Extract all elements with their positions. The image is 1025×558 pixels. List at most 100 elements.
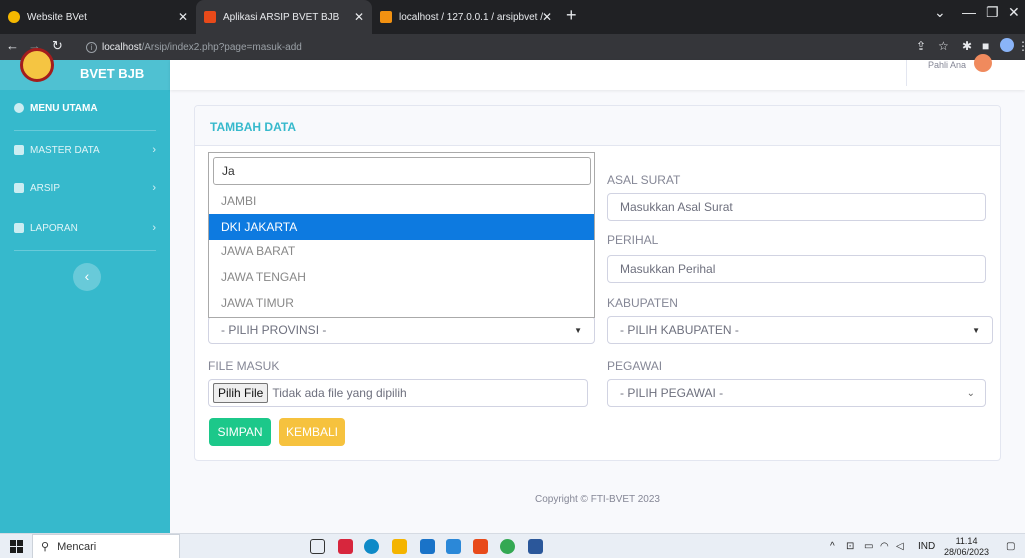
avatar[interactable] xyxy=(974,54,992,72)
close-tab-icon[interactable]: ✕ xyxy=(354,10,364,24)
battery-icon[interactable]: ▭ xyxy=(864,541,873,552)
network-icon[interactable]: ⊡ xyxy=(846,541,854,552)
close-window-icon[interactable]: ✕ xyxy=(1008,4,1020,21)
sidebar-item-laporan[interactable]: LAPORAN › xyxy=(0,210,170,246)
provinsi-select[interactable]: - PILIH PROVINSI - ▼ xyxy=(208,316,595,344)
profile-avatar-icon[interactable] xyxy=(1000,38,1014,52)
dropdown-option-jawa-barat[interactable]: JAWA BARAT xyxy=(209,238,594,264)
task-view-icon[interactable] xyxy=(310,539,325,554)
taskbar-clock[interactable]: 11.14 28/06/2023 xyxy=(944,536,989,558)
pegawai-label: PEGAWAI xyxy=(607,359,663,373)
menu-kebab-icon[interactable]: ⋮ xyxy=(1017,39,1025,53)
dropdown-option-jawa-tengah[interactable]: JAWA TENGAH xyxy=(209,264,594,290)
tab-search-icon[interactable]: ⌄ xyxy=(934,4,946,21)
file-explorer-icon[interactable] xyxy=(446,539,461,554)
file-input[interactable]: Pilih File Tidak ada file yang dipilih xyxy=(208,379,588,407)
perihal-placeholder: Masukkan Perihal xyxy=(620,262,716,276)
language-indicator[interactable]: IND xyxy=(918,541,935,552)
topbar-divider xyxy=(906,60,907,86)
back-button[interactable]: KEMBALI xyxy=(279,418,345,446)
kabupaten-select-value: - PILIH KABUPATEN - xyxy=(620,323,739,337)
dropdown-option-jawa-timur[interactable]: JAWA TIMUR xyxy=(209,290,594,316)
chevron-right-icon: › xyxy=(152,182,156,194)
xampp-icon[interactable] xyxy=(473,539,488,554)
url-field[interactable]: i localhost/Arsip/index2.php?page=masuk-… xyxy=(86,38,302,56)
dropdown-option-dki-jakarta[interactable]: DKI JAKARTA xyxy=(209,214,594,240)
wifi-icon[interactable]: ◠ xyxy=(880,541,889,552)
tab-website-bvet[interactable]: Website BVet ✕ xyxy=(0,0,196,34)
users-icon xyxy=(14,145,24,155)
brand-logo-icon xyxy=(20,48,54,82)
site-info-icon[interactable]: i xyxy=(86,41,97,53)
chrome-icon[interactable] xyxy=(500,539,515,554)
favicon-icon xyxy=(204,11,216,23)
kabupaten-select[interactable]: - PILIH KABUPATEN - ▼ xyxy=(607,316,993,344)
choose-file-button[interactable]: Pilih File xyxy=(213,383,269,403)
sidebar-item-master-data[interactable]: MASTER DATA › xyxy=(0,132,170,168)
folder-icon xyxy=(14,183,24,193)
save-button[interactable]: SIMPAN xyxy=(209,418,271,446)
close-tab-icon[interactable]: ✕ xyxy=(178,10,188,24)
tab-title: Website BVet xyxy=(27,11,87,23)
restore-icon[interactable]: ❐ xyxy=(986,4,999,21)
store-icon[interactable] xyxy=(392,539,407,554)
dropdown-option-jambi[interactable]: JAMBI xyxy=(209,188,594,214)
url-host: localhost xyxy=(102,41,142,53)
browser-tab-bar: Website BVet ✕ Aplikasi ARSIP BVET BJB ✕… xyxy=(0,0,1025,34)
minimize-icon[interactable]: — xyxy=(962,4,976,20)
close-tab-icon[interactable]: ✕ xyxy=(542,10,552,24)
taskbar-search[interactable]: ⚲ Mencari xyxy=(32,534,180,558)
tab-aplikasi-arsip[interactable]: Aplikasi ARSIP BVET BJB ✕ xyxy=(196,0,372,34)
sidebar-item-label: MENU UTAMA xyxy=(30,102,98,114)
tab-phpmyadmin[interactable]: localhost / 127.0.0.1 / arsipbvet / ✕ xyxy=(372,0,560,34)
tray-overflow-icon[interactable]: ^ xyxy=(830,541,835,552)
chevron-right-icon: › xyxy=(152,222,156,234)
tab-title: Aplikasi ARSIP BVET BJB xyxy=(223,11,340,23)
taskbar: ⚲ Mencari ^ ⊡ ▭ ◠ ◁ IND 11.14 28/06/2023… xyxy=(0,533,1025,558)
clock-time: 11.14 xyxy=(955,536,978,546)
notification-icon[interactable]: ▢ xyxy=(1006,541,1015,552)
caret-down-icon: ▼ xyxy=(574,325,582,335)
page-title: TAMBAH DATA xyxy=(210,120,296,134)
file-masuk-label: FILE MASUK xyxy=(208,359,280,373)
windows-start-icon[interactable] xyxy=(10,540,23,553)
tab-title: localhost / 127.0.0.1 / arsipbvet / xyxy=(399,11,543,23)
share-icon[interactable]: ⇪ xyxy=(916,39,926,53)
volume-icon[interactable]: ◁ xyxy=(896,541,904,552)
asal-surat-label: ASAL SURAT xyxy=(607,173,681,187)
report-icon xyxy=(14,223,24,233)
clock-date: 28/06/2023 xyxy=(944,547,990,557)
provinsi-dropdown: Ja JAMBI DKI JAKARTA JAWA BARAT JAWA TEN… xyxy=(208,152,595,318)
kabupaten-label: KABUPATEN xyxy=(607,296,678,310)
sidebar-item-menu-utama[interactable]: MENU UTAMA xyxy=(0,90,170,126)
url-path: /Arsip/index2.php?page=masuk-add xyxy=(141,41,302,53)
edge-icon[interactable] xyxy=(364,539,379,554)
caret-down-icon: ▼ xyxy=(972,325,980,335)
reload-icon[interactable]: ↻ xyxy=(52,38,63,54)
mail-icon[interactable] xyxy=(420,539,435,554)
brand-name: BVET BJB xyxy=(80,66,145,81)
sidebar-item-label: LAPORAN xyxy=(30,222,78,234)
taskbar-search-label: Mencari xyxy=(57,540,97,553)
perihal-input[interactable]: Masukkan Perihal xyxy=(607,255,986,283)
perihal-label: PERIHAL xyxy=(607,233,659,247)
address-bar: ← → ↻ i localhost/Arsip/index2.php?page=… xyxy=(0,34,1025,60)
sidebar-brand[interactable]: BVET BJB xyxy=(0,48,170,90)
back-icon[interactable]: ← xyxy=(6,38,19,53)
sidebar-item-label: ARSIP xyxy=(30,182,61,194)
bookmark-star-icon[interactable]: ☆ xyxy=(938,39,949,53)
asal-surat-input[interactable]: Masukkan Asal Surat xyxy=(607,193,986,221)
pegawai-select[interactable]: - PILIH PEGAWAI - ⌄ xyxy=(607,379,986,407)
sidebar-item-arsip[interactable]: ARSIP › xyxy=(0,170,170,206)
chevron-down-icon: ⌄ xyxy=(966,387,975,399)
sidebar: BVET BJB MENU UTAMA MASTER DATA › ARSIP … xyxy=(0,48,170,533)
sidebar-toggle-button[interactable]: ‹ xyxy=(73,263,101,291)
user-name[interactable]: Pahli Ana xyxy=(928,60,966,70)
gift-app-icon[interactable] xyxy=(338,539,353,554)
word-icon[interactable] xyxy=(528,539,543,554)
asal-surat-placeholder: Masukkan Asal Surat xyxy=(620,200,733,214)
extensions-icon[interactable]: ✱ xyxy=(962,39,972,53)
provinsi-search-input[interactable]: Ja xyxy=(213,157,591,185)
side-panel-icon[interactable]: ■ xyxy=(982,39,989,53)
new-tab-button[interactable]: + xyxy=(566,5,577,26)
